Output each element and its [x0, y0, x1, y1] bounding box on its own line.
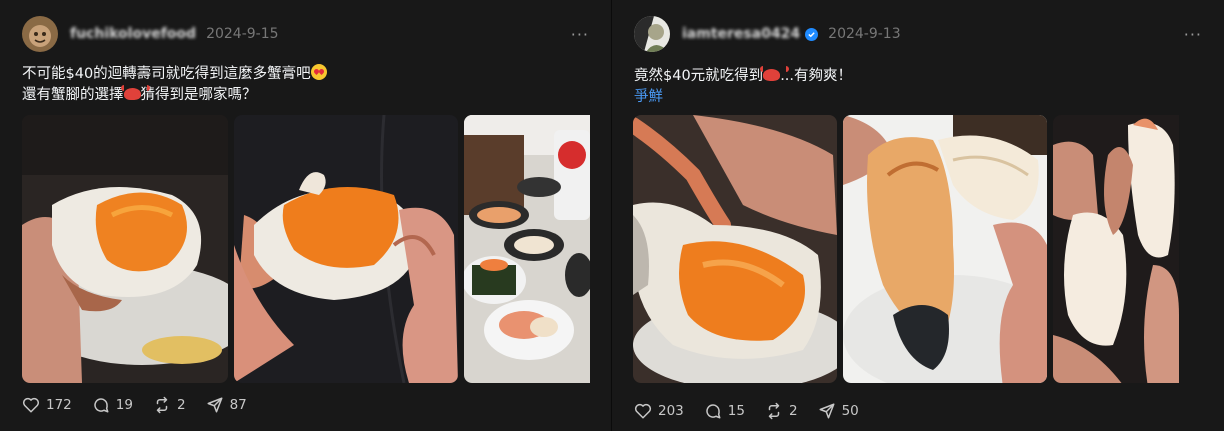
- post-actions: 172 19 2 87: [22, 396, 267, 414]
- photo-gallery[interactable]: [22, 115, 590, 383]
- like-button[interactable]: 172: [22, 396, 72, 414]
- post-date[interactable]: 2024-9-15: [206, 26, 278, 42]
- like-button[interactable]: 203: [634, 402, 684, 420]
- repost-button[interactable]: 2: [153, 396, 186, 414]
- post-photo[interactable]: [22, 115, 228, 383]
- username[interactable]: fuchikolovefood: [70, 26, 196, 42]
- post-text: 竟然$40元就吃得到 ...有夠爽！ 爭鮮: [634, 66, 1202, 108]
- post-photo[interactable]: [1053, 115, 1179, 383]
- crab-emoji: [760, 66, 790, 81]
- photo-gallery[interactable]: [633, 115, 1179, 383]
- share-icon: [207, 397, 223, 413]
- share-count: 87: [229, 397, 247, 413]
- post-photo[interactable]: [633, 115, 837, 383]
- comment-button[interactable]: 15: [704, 402, 745, 420]
- post-card[interactable]: iamteresa0424 2024-9-13 ··· 竟然$40元就吃得到..…: [612, 0, 1224, 431]
- post-photo[interactable]: [234, 115, 458, 383]
- share-count: 50: [841, 403, 859, 419]
- comment-count: 15: [727, 403, 745, 419]
- crab-emoji: [120, 85, 150, 100]
- comment-icon: [94, 398, 109, 413]
- post-actions: 203 15 2 50: [634, 402, 879, 420]
- more-icon[interactable]: ···: [1184, 25, 1202, 44]
- post-photo[interactable]: [464, 115, 590, 383]
- post-card[interactable]: fuchikolovefood 2024-9-15 ··· 不可能$40的迴轉壽…: [0, 0, 612, 431]
- heart-icon: [634, 403, 652, 419]
- share-button[interactable]: 50: [818, 402, 859, 420]
- repost-icon: [156, 396, 168, 414]
- comment-icon: [706, 404, 721, 419]
- post-header: iamteresa0424 2024-9-13 ···: [634, 14, 1202, 54]
- post-text-line: 猜得到是哪家嗎？: [140, 87, 257, 103]
- post-date[interactable]: 2024-9-13: [828, 26, 900, 42]
- repost-count: 2: [176, 397, 186, 413]
- share-icon: [819, 403, 835, 419]
- heart-eyes-emoji: [310, 64, 327, 80]
- topic-link[interactable]: 爭鮮: [634, 89, 663, 105]
- avatar[interactable]: [634, 16, 670, 52]
- comment-button[interactable]: 19: [92, 396, 133, 414]
- more-icon[interactable]: ···: [571, 25, 589, 44]
- avatar[interactable]: [22, 16, 58, 52]
- post-photo[interactable]: [843, 115, 1047, 383]
- post-text-line: 竟然$40元就吃得到: [634, 68, 764, 84]
- repost-icon: [768, 402, 780, 420]
- repost-button[interactable]: 2: [765, 402, 798, 420]
- verified-badge-icon: [805, 27, 819, 41]
- heart-icon: [22, 397, 40, 413]
- comment-count: 19: [115, 397, 133, 413]
- post-header: fuchikolovefood 2024-9-15 ···: [22, 14, 589, 54]
- share-button[interactable]: 87: [206, 396, 247, 414]
- post-text-line: 還有蟹腳的選擇: [22, 87, 124, 103]
- like-count: 172: [46, 397, 72, 413]
- repost-count: 2: [788, 403, 798, 419]
- post-text-line: 不可能$40的迴轉壽司就吃得到這麼多蟹膏吧: [22, 66, 311, 82]
- username[interactable]: iamteresa0424: [682, 26, 800, 42]
- like-count: 203: [658, 403, 684, 419]
- post-text-line: ...有夠爽！: [780, 68, 853, 84]
- post-text: 不可能$40的迴轉壽司就吃得到這麼多蟹膏吧 還有蟹腳的選擇 猜得到是哪家嗎？: [22, 64, 589, 106]
